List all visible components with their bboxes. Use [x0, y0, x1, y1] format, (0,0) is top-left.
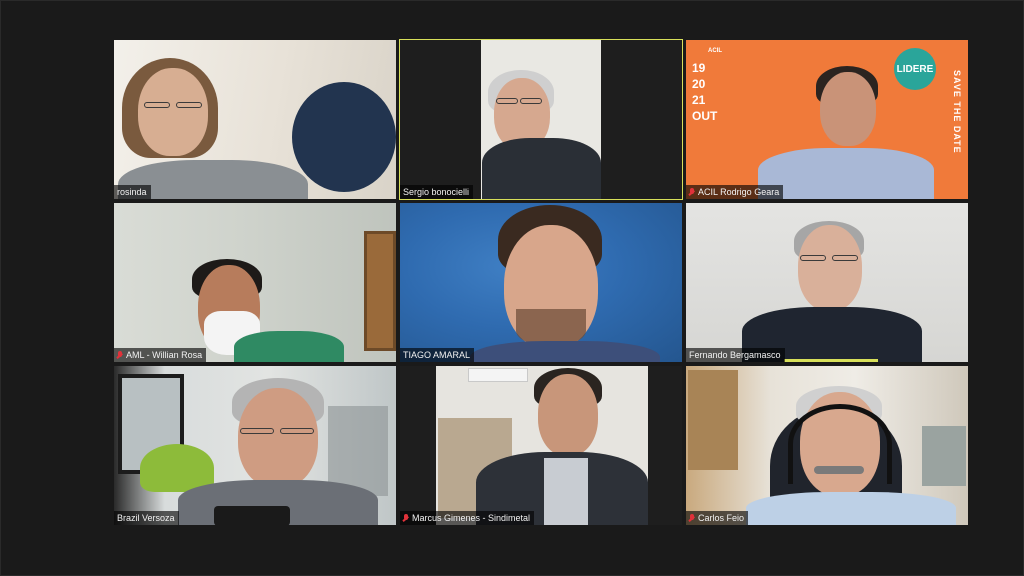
date-21: 21 [692, 93, 706, 107]
participant-tile-marcus-gimenes[interactable]: Marcus Gimenes - Sindimetal [400, 366, 682, 525]
glasses [800, 255, 826, 261]
participant-name: Brazil Versoza [117, 513, 175, 523]
date-19: 19 [692, 61, 706, 75]
glasses [520, 98, 542, 104]
gallery-grid: rosinda Sergio bonocielli ACIL 19 20 21 … [114, 39, 968, 525]
video-feed [114, 366, 396, 525]
shirt [544, 458, 588, 525]
participant-name: Carlos Feio [698, 513, 745, 523]
glasses [144, 102, 170, 108]
video-feed [114, 40, 396, 199]
video-feed [686, 366, 968, 525]
glasses [280, 428, 314, 434]
shelf [922, 426, 966, 486]
jacket [482, 138, 601, 199]
air-conditioner [468, 368, 528, 382]
participant-name: ACIL Rodrigo Geara [698, 187, 780, 197]
video-feed [686, 203, 968, 362]
face [138, 68, 208, 156]
participant-name-tag: Brazil Versoza [114, 511, 179, 525]
participant-tile-fernando-bergamasco[interactable]: Fernando Bergamasco [686, 203, 968, 362]
video-feed [114, 203, 396, 362]
participant-tile-carlos-feio[interactable]: Carlos Feio [686, 366, 968, 525]
participant-name-tag: AML - Willian Rosa [114, 348, 207, 362]
mic-muted-icon [689, 513, 695, 523]
participant-name: Marcus Gimenes - Sindimetal [412, 513, 531, 523]
face [798, 225, 862, 311]
video-feed [400, 203, 682, 362]
shirt [470, 341, 660, 362]
participant-name-tag: rosinda [114, 185, 151, 199]
participant-tile-acil-rodrigo-geara[interactable]: ACIL 19 20 21 OUT LIDERE SAVE THE DATE A… [686, 40, 968, 199]
face [538, 374, 598, 456]
participant-name: TIAGO AMARAL [403, 350, 471, 360]
mustache [814, 466, 864, 474]
speaking-indicator [784, 359, 878, 362]
beard [516, 309, 586, 345]
participant-name: rosinda [117, 187, 147, 197]
shirt [234, 331, 344, 362]
mic-muted-icon [403, 513, 409, 523]
participant-name: Sergio bonocielli [403, 187, 470, 197]
participant-tile-aml-willian-rosa[interactable]: AML - Willian Rosa [114, 203, 396, 362]
participant-name-tag: TIAGO AMARAL [400, 348, 475, 362]
participant-name-tag: Sergio bonocielli [400, 185, 474, 199]
glasses [240, 428, 274, 434]
participant-tile-brazil-versoza[interactable]: Brazil Versoza [114, 366, 396, 525]
face [238, 388, 318, 488]
video-feed [400, 40, 682, 199]
video-feed [400, 366, 682, 525]
shirt [746, 492, 956, 525]
mic-muted-icon [117, 350, 123, 360]
shirt [758, 148, 934, 199]
phone [214, 506, 290, 525]
event-dates: 19 20 21 OUT [692, 60, 717, 124]
save-the-date-text: SAVE THE DATE [952, 70, 962, 154]
participant-name: AML - Willian Rosa [126, 350, 203, 360]
lidere-logo: LIDERE [894, 48, 936, 90]
participant-name-tag: ACIL Rodrigo Geara [686, 185, 784, 199]
video-call-window: rosinda Sergio bonocielli ACIL 19 20 21 … [0, 0, 1024, 576]
blinds [688, 370, 738, 470]
acil-logo: ACIL [708, 48, 722, 54]
participant-name: Fernando Bergamasco [689, 350, 781, 360]
glasses [496, 98, 518, 104]
face [820, 72, 876, 146]
glasses [176, 102, 202, 108]
participant-tile-rosinda[interactable]: rosinda [114, 40, 396, 199]
participant-name-tag: Marcus Gimenes - Sindimetal [400, 511, 535, 525]
participant-name-tag: Carlos Feio [686, 511, 749, 525]
video-feed: ACIL 19 20 21 OUT LIDERE SAVE THE DATE [686, 40, 968, 199]
date-20: 20 [692, 77, 706, 91]
participant-tile-tiago-amaral[interactable]: TIAGO AMARAL [400, 203, 682, 362]
glasses [832, 255, 858, 261]
doorway [364, 231, 396, 351]
participant-tile-sergio-bonocielli[interactable]: Sergio bonocielli [399, 39, 683, 200]
blue-cushion [292, 82, 396, 192]
month-out: OUT [692, 109, 718, 123]
mic-muted-icon [689, 187, 695, 197]
participant-name-tag: Fernando Bergamasco [686, 348, 785, 362]
